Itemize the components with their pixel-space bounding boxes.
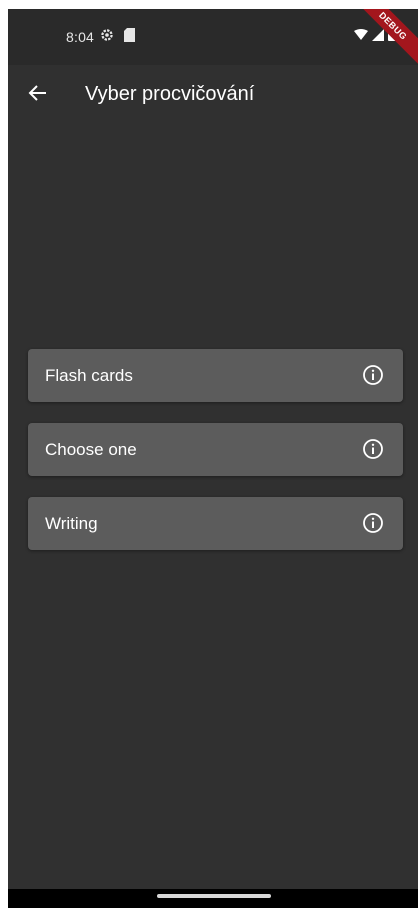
wifi-icon bbox=[354, 28, 368, 46]
navigation-bar bbox=[8, 889, 418, 908]
back-button[interactable] bbox=[20, 77, 56, 113]
option-label: Writing bbox=[45, 514, 98, 533]
option-choose-one[interactable]: Choose one bbox=[28, 423, 403, 476]
option-writing[interactable]: Writing bbox=[28, 497, 403, 550]
practice-options-list: Flash cards Choose one Writing bbox=[28, 349, 403, 571]
app-screen: 8:04 DEBUG Vyber procvičování Flash card… bbox=[8, 9, 418, 908]
page-title: Vyber procvičování bbox=[85, 83, 255, 105]
arrow-back-icon bbox=[28, 83, 48, 108]
settings-gear-icon bbox=[100, 28, 114, 47]
sd-card-icon bbox=[124, 28, 135, 47]
home-indicator[interactable] bbox=[157, 894, 271, 898]
info-icon[interactable] bbox=[361, 511, 385, 535]
option-flash-cards[interactable]: Flash cards bbox=[28, 349, 403, 402]
status-time: 8:04 bbox=[66, 29, 95, 45]
info-icon[interactable] bbox=[361, 363, 385, 387]
status-left-icons bbox=[100, 28, 135, 47]
option-label: Choose one bbox=[45, 440, 137, 459]
app-bar: Vyber procvičování bbox=[8, 65, 418, 125]
status-bar: 8:04 DEBUG bbox=[8, 9, 418, 72]
info-icon[interactable] bbox=[361, 437, 385, 461]
option-label: Flash cards bbox=[45, 366, 133, 385]
signal-icon bbox=[372, 28, 384, 46]
